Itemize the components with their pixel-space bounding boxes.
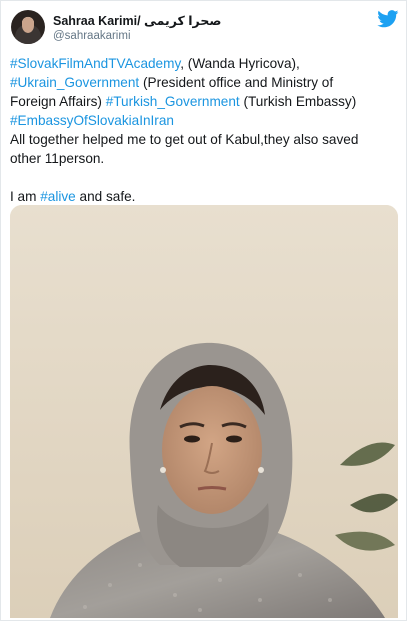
- author-name-row[interactable]: Sahraa Karimi/ صحرا کریمی: [53, 12, 221, 28]
- photo-illustration: [10, 205, 398, 618]
- tweet-text-line: I am #alive and safe.: [10, 187, 402, 206]
- tweet-text-segment: other 11person.: [10, 151, 105, 166]
- hashtag-link[interactable]: #Ukrain_Government: [10, 75, 139, 90]
- hashtag-link[interactable]: #EmbassyOfSlovakiaInIran: [10, 113, 174, 128]
- tweet-text: #SlovakFilmAndTVAcademy, (Wanda Hyricova…: [10, 54, 402, 206]
- tweet-text-segment: and safe.: [75, 189, 136, 204]
- tweet-card: Sahraa Karimi/ صحرا کریمی @sahraakarimi …: [0, 0, 407, 621]
- avatar[interactable]: [11, 10, 45, 44]
- author-display-name[interactable]: Sahraa Karimi/ صحرا کریمی: [53, 14, 221, 28]
- avatar-face: [22, 18, 34, 33]
- twitter-bird-icon[interactable]: [377, 10, 399, 28]
- author-handle[interactable]: @sahraakarimi: [53, 30, 131, 42]
- tweet-text-line: Foreign Affairs) #Turkish_Government (Tu…: [10, 92, 402, 111]
- tweet-photo[interactable]: [10, 205, 398, 618]
- tweet-text-line: #SlovakFilmAndTVAcademy, (Wanda Hyricova…: [10, 54, 402, 73]
- tweet-text-segment: (Turkish Embassy): [239, 94, 357, 109]
- hashtag-link[interactable]: #alive: [40, 189, 76, 204]
- tweet-text-segment: Foreign Affairs): [10, 94, 106, 109]
- tweet-text-segment: (President office and Ministry of: [139, 75, 334, 90]
- tweet-text-segment: , (Wanda Hyricova),: [180, 56, 300, 71]
- tweet-text-line: other 11person.: [10, 149, 402, 168]
- tweet-text-segment: I am: [10, 189, 41, 204]
- hashtag-link[interactable]: #Turkish_Government: [106, 94, 240, 109]
- tweet-text-line: #EmbassyOfSlovakiaInIran: [10, 111, 402, 130]
- tweet-text-line: #Ukrain_Government (President office and…: [10, 73, 402, 92]
- hashtag-link[interactable]: #SlovakFilmAndTVAcademy: [10, 56, 180, 71]
- tweet-text-line: All together helped me to get out of Kab…: [10, 130, 402, 149]
- tweet-header: Sahraa Karimi/ صحرا کریمی @sahraakarimi: [9, 8, 399, 48]
- tweet-text-segment: All together helped me to get out of Kab…: [10, 132, 359, 147]
